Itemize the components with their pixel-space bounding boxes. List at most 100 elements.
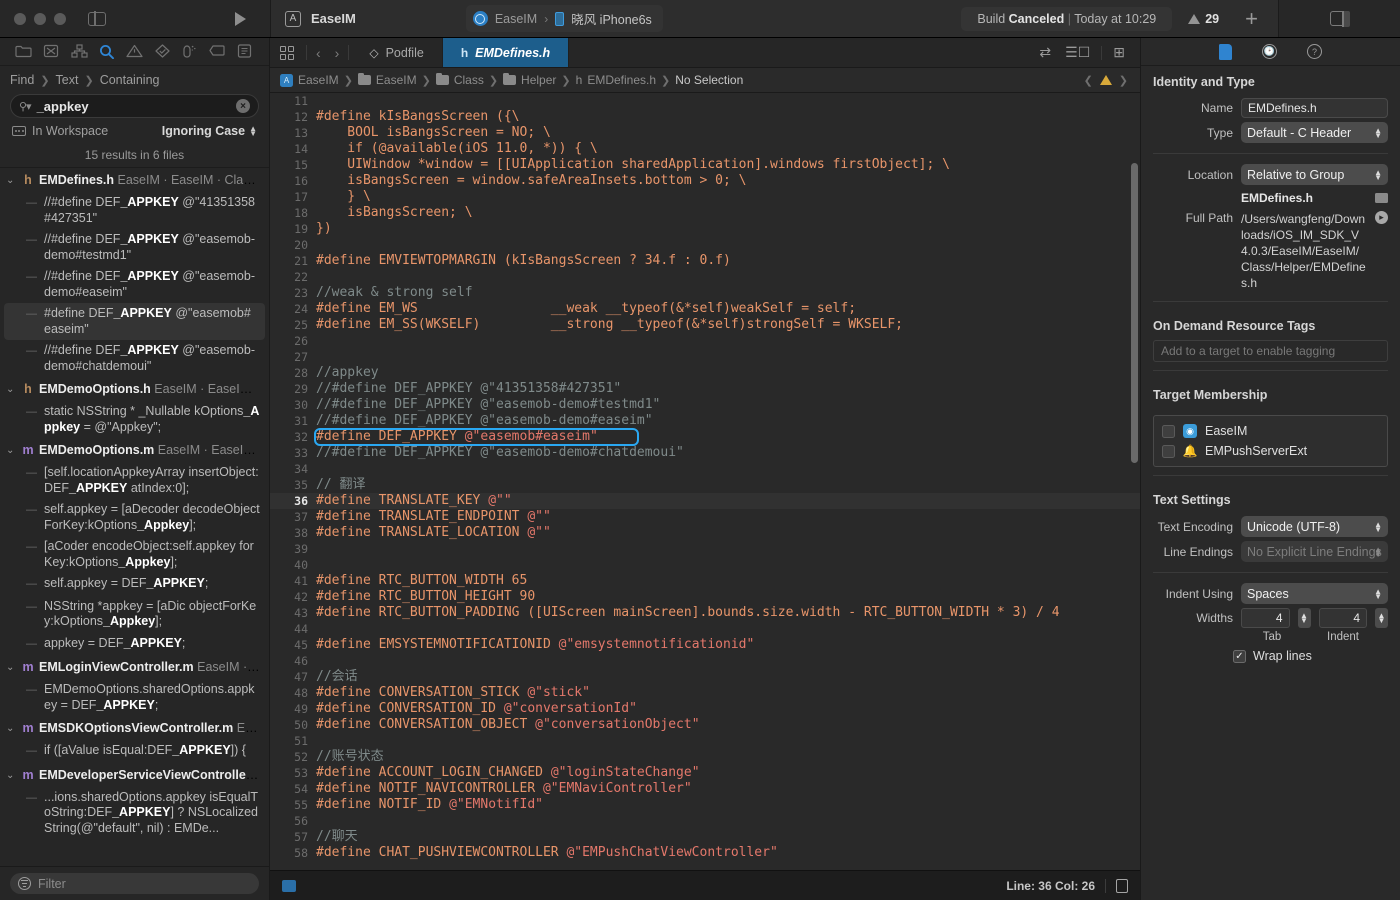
name-field[interactable]: EMDefines.h	[1241, 98, 1388, 118]
search-result-match[interactable]: — //#define DEF_APPKEY @"easemob-demo#tes…	[0, 229, 269, 266]
code-line[interactable]: 29 //#define DEF_APPKEY @"41351358#427351…	[270, 381, 1140, 397]
help-inspector-icon[interactable]: ?	[1307, 44, 1322, 59]
report-icon[interactable]	[237, 44, 254, 59]
warning-icon[interactable]	[126, 44, 143, 59]
find-crumb-text[interactable]: Text	[56, 73, 79, 87]
swap-editor-icon[interactable]: ⇄	[1034, 44, 1056, 61]
source-control-icon[interactable]	[43, 44, 60, 59]
go-forward-button[interactable]: ›	[328, 38, 347, 67]
code-line[interactable]: 23 //weak & strong self	[270, 285, 1140, 301]
search-result-file[interactable]: ⌄ m EMSDKOptionsViewController.m Eas...	[0, 716, 269, 740]
code-line[interactable]: 17 } \	[270, 189, 1140, 205]
search-result-file[interactable]: ⌄ m EMDeveloperServiceViewController....	[0, 763, 269, 787]
code-line[interactable]: 25 #define EM_SS(WKSELF) __strong __typeo…	[270, 317, 1140, 333]
search-icon[interactable]	[98, 44, 115, 59]
minimap-toggle-icon[interactable]	[1116, 878, 1128, 893]
code-line[interactable]: 54 #define NOTIF_NAVICONTROLLER @"EMNaviC…	[270, 781, 1140, 797]
code-line[interactable]: 16 isBangsScreen = window.safeAreaInsets…	[270, 173, 1140, 189]
inspector-toggle-icon[interactable]	[1329, 10, 1350, 27]
editor-scrollbar[interactable]	[1131, 163, 1138, 463]
code-line[interactable]: 42 #define RTC_BUTTON_HEIGHT 90	[270, 589, 1140, 605]
code-line[interactable]: 49 #define CONVERSATION_ID @"conversation…	[270, 701, 1140, 717]
search-input-value[interactable]: _appkey	[37, 99, 230, 114]
search-icon[interactable]: ⚲▾	[19, 100, 32, 113]
code-line[interactable]: 21 #define EMVIEWTOPMARGIN (kIsBangsScree…	[270, 253, 1140, 269]
disclosure-triangle-icon[interactable]: ⌄	[6, 768, 17, 781]
find-crumb-containing[interactable]: Containing	[100, 73, 160, 87]
search-result-file[interactable]: ⌄ h EMDefines.h EaseIM · EaseIM · Class...	[0, 168, 269, 192]
code-line[interactable]: 37 #define TRANSLATE_ENDPOINT @""	[270, 509, 1140, 525]
code-line[interactable]: 52 //账号状态	[270, 749, 1140, 765]
warning-badge[interactable]: 29	[1188, 12, 1219, 26]
search-result-match[interactable]: — //#define DEF_APPKEY @"easemob-demo#cha…	[0, 340, 269, 377]
code-line[interactable]: 30 //#define DEF_APPKEY @"easemob-demo#te…	[270, 397, 1140, 413]
search-results-list[interactable]: ⌄ h EMDefines.h EaseIM · EaseIM · Class...…	[0, 168, 269, 866]
tab-podfile[interactable]: ◇ Podfile	[351, 38, 443, 67]
indent-using-popup[interactable]: Spaces ▲ ▼	[1241, 583, 1388, 604]
find-crumb-find[interactable]: Find	[10, 73, 34, 87]
search-result-match[interactable]: — #define DEF_APPKEY @"easemob#easeim"	[4, 303, 265, 340]
indent-width-stepper[interactable]: ▲ ▼	[1375, 608, 1388, 628]
tab-emdefines-h[interactable]: h EMDefines.h	[442, 38, 570, 67]
code-line[interactable]: 57 //聊天	[270, 829, 1140, 845]
type-popup[interactable]: Default - C Header ▲ ▼	[1241, 122, 1388, 143]
code-line[interactable]: 47 //会话	[270, 669, 1140, 685]
search-result-match[interactable]: — EMDemoOptions.sharedOptions.appkey = DE…	[0, 679, 269, 716]
window-traffic-lights[interactable]	[14, 12, 66, 25]
disclosure-triangle-icon[interactable]: ⌄	[6, 443, 17, 456]
search-result-file[interactable]: ⌄ m EMDemoOptions.m EaseIM · EaseIM...	[0, 438, 269, 462]
code-line[interactable]: 24 #define EM_WS __weak __typeof(&*self)w…	[270, 301, 1140, 317]
case-sensitivity-button[interactable]: Ignoring Case ▲ ▼	[162, 124, 257, 138]
code-line[interactable]: 51	[270, 733, 1140, 749]
minimize-window-button[interactable]	[34, 12, 46, 25]
file-inspector-icon[interactable]	[1219, 43, 1232, 60]
search-scope-button[interactable]: In Workspace	[12, 124, 108, 138]
search-result-match[interactable]: — self.appkey = DEF_APPKEY;	[0, 573, 269, 596]
jumpbar-item-3[interactable]: Helper	[521, 73, 556, 87]
code-line[interactable]: 41 #define RTC_BUTTON_WIDTH 65	[270, 573, 1140, 589]
code-line[interactable]: 43 #define RTC_BUTTON_PADDING ([UIScreen …	[270, 605, 1140, 621]
tab-width-field[interactable]: 4	[1241, 608, 1290, 628]
code-line[interactable]: 15 UIWindow *window = [[UIApplication sh…	[270, 157, 1140, 173]
code-line[interactable]: 46	[270, 653, 1140, 669]
disclosure-triangle-icon[interactable]: ⌄	[6, 382, 17, 395]
search-result-match[interactable]: — [aCoder encodeObject:self.appkey forKey…	[0, 536, 269, 573]
search-result-match[interactable]: — if ([aValue isEqual:DEF_APPKEY]) {	[0, 740, 269, 763]
code-line[interactable]: 55 #define NOTIF_ID @"EMNotifId"	[270, 797, 1140, 813]
code-line[interactable]: 11	[270, 93, 1140, 109]
code-line[interactable]: 34	[270, 461, 1140, 477]
search-result-file[interactable]: ⌄ m EMLoginViewController.m EaseIM · E...	[0, 655, 269, 679]
close-window-button[interactable]	[14, 12, 26, 25]
filter-input[interactable]: Filter	[10, 873, 259, 894]
next-issue-button[interactable]: ❯	[1119, 74, 1128, 87]
code-line[interactable]: 26	[270, 333, 1140, 349]
search-result-match[interactable]: — appkey = DEF_APPKEY;	[0, 633, 269, 656]
jumpbar-item-0[interactable]: EaseIM	[298, 73, 339, 87]
code-line[interactable]: 44	[270, 621, 1140, 637]
scheme-name[interactable]: EaseIM	[495, 12, 537, 26]
folder-icon[interactable]	[15, 44, 32, 59]
clear-search-icon[interactable]: ×	[236, 99, 250, 113]
jumpbar-item-2[interactable]: Class	[454, 73, 484, 87]
tab-width-stepper[interactable]: ▲ ▼	[1297, 608, 1311, 628]
target-checkbox[interactable]	[1162, 444, 1175, 458]
code-line[interactable]: 33 //#define DEF_APPKEY @"easemob-demo#ch…	[270, 445, 1140, 461]
minimap-icon[interactable]: ☰☐	[1060, 44, 1095, 61]
search-result-file[interactable]: ⌄ h EMDemoOptions.h EaseIM · EaseIM ·...	[0, 377, 269, 401]
source-code-editor[interactable]: 11 12 #define kIsBangsScreen ({\ 13 BOOL is…	[270, 93, 1140, 870]
code-line[interactable]: 35 // 翻译	[270, 477, 1140, 493]
search-result-match[interactable]: — static NSString * _Nullable kOptions_Ap…	[0, 401, 269, 438]
code-line[interactable]: 50 #define CONVERSATION_OBJECT @"conversa…	[270, 717, 1140, 733]
reveal-in-finder-icon[interactable]: ▸	[1375, 211, 1388, 224]
sidebar-toggle-icon[interactable]	[88, 11, 106, 26]
run-icon[interactable]	[235, 11, 246, 26]
code-line[interactable]: 12 #define kIsBangsScreen ({\	[270, 109, 1140, 125]
jumpbar-item-4[interactable]: EMDefines.h	[587, 73, 656, 87]
code-line[interactable]: 14 if (@available(iOS 11.0, *)) { \	[270, 141, 1140, 157]
code-line[interactable]: 31 //#define DEF_APPKEY @"easemob-demo#ea…	[270, 413, 1140, 429]
code-line[interactable]: 20	[270, 237, 1140, 253]
code-line[interactable]: 38 #define TRANSLATE_LOCATION @""	[270, 525, 1140, 541]
code-line[interactable]: 18 isBangsScreen; \	[270, 205, 1140, 221]
code-line[interactable]: 45 #define EMSYSTEMNOTIFICATIONID @"emsys…	[270, 637, 1140, 653]
wrap-lines-row[interactable]: ✓ Wrap lines	[1141, 643, 1400, 663]
